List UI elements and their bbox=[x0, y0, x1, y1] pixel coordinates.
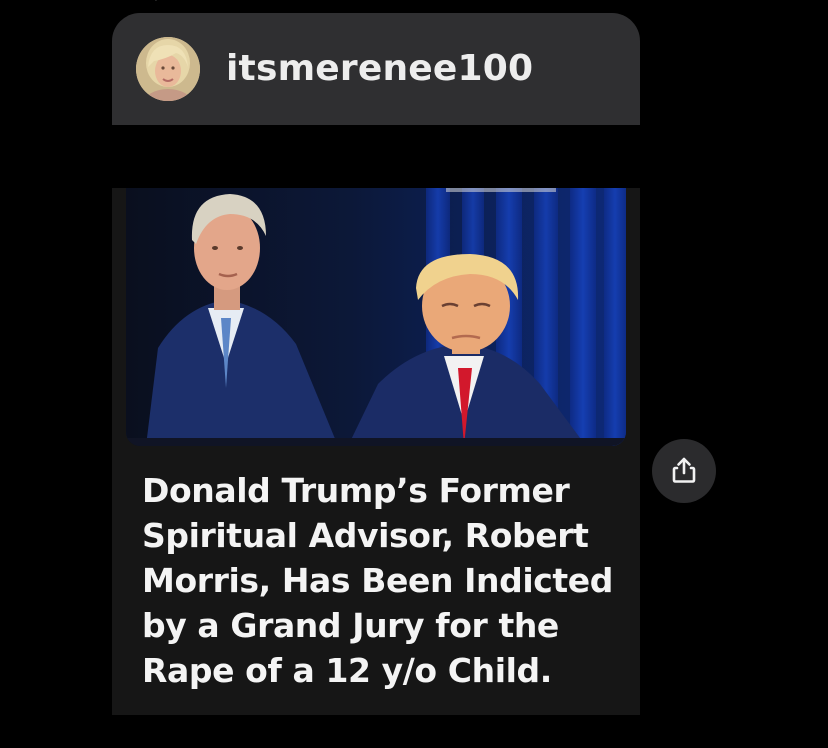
profile-photo-icon bbox=[136, 37, 200, 101]
post-header: itsmerenee100 bbox=[112, 13, 640, 125]
share-button[interactable] bbox=[652, 439, 716, 503]
post-card[interactable]: Donald Trump’s Former Spiritual Advisor,… bbox=[112, 188, 640, 715]
post-detail-screen: ‹ itsmerenee100 bbox=[0, 0, 828, 748]
author-username[interactable]: itsmerenee100 bbox=[226, 45, 533, 93]
news-photo-icon bbox=[126, 188, 626, 446]
previous-content-fragment: ‹ bbox=[152, 0, 166, 5]
post-headline: Donald Trump’s Former Spiritual Advisor,… bbox=[142, 471, 613, 690]
post-image[interactable] bbox=[126, 188, 626, 446]
avatar[interactable] bbox=[136, 37, 200, 101]
share-icon bbox=[672, 457, 696, 483]
